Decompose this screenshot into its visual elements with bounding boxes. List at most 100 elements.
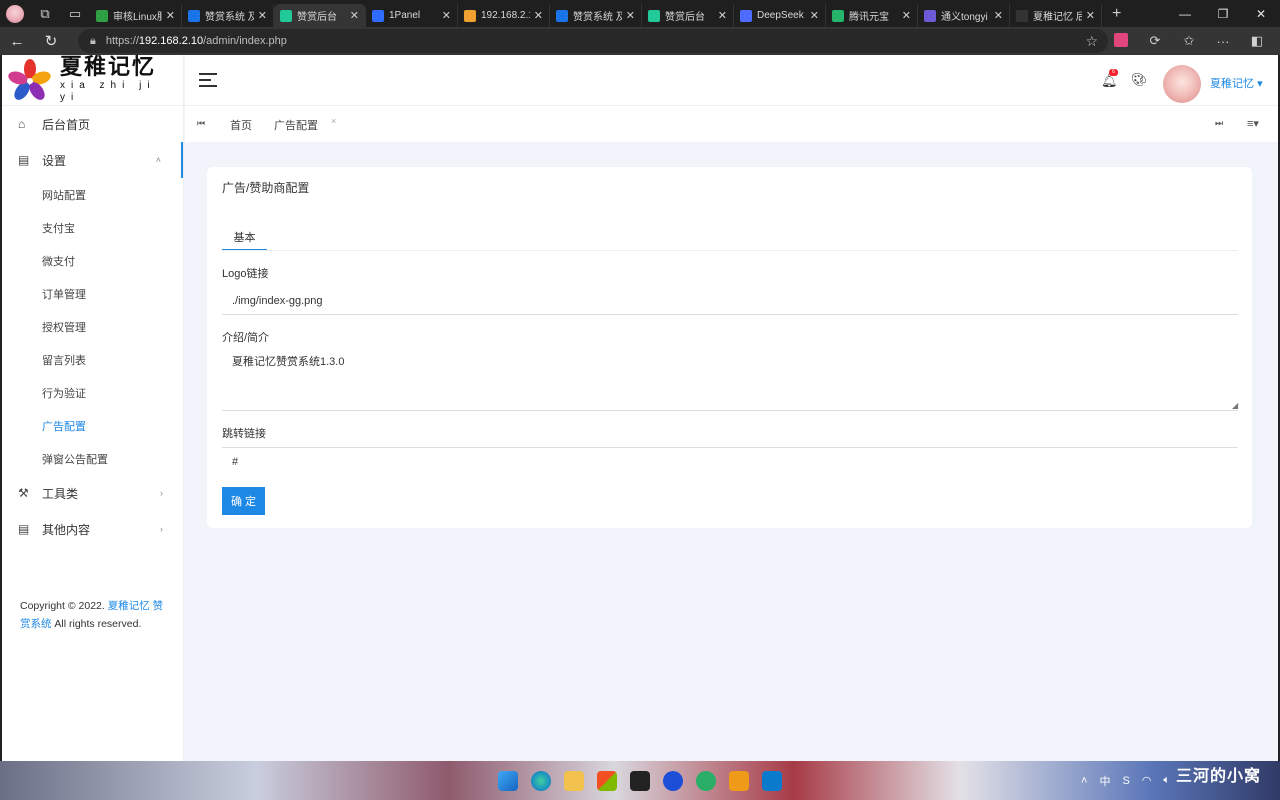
file-explorer-icon[interactable] — [564, 771, 584, 791]
tab-actions-icon[interactable]: ▭ — [60, 0, 90, 27]
sidebar-subitem[interactable]: 行为验证 — [2, 376, 183, 409]
favorite-star-icon[interactable]: ☆ — [1085, 33, 1098, 50]
logo-link-input[interactable] — [222, 287, 1238, 315]
close-icon[interactable]: ✕ — [258, 9, 267, 22]
close-icon[interactable]: ✕ — [1086, 9, 1095, 22]
close-icon[interactable]: ✕ — [166, 9, 175, 22]
workspaces-icon[interactable]: ⧉ — [30, 0, 60, 27]
sidebar-subitem[interactable]: 支付宝 — [2, 211, 183, 244]
submit-button[interactable]: 确 定 — [222, 487, 265, 515]
edge-browser-icon[interactable] — [531, 771, 551, 791]
sidebar-subitem[interactable]: 网站配置 — [2, 178, 183, 211]
close-icon[interactable]: ✕ — [350, 9, 359, 22]
admin-app: 夏稚记忆 xia zhi ji yi ⌂ 后台首页 ▤ 设置 ˄ 网站配置 支付宝… — [2, 55, 1278, 761]
page-tab-current[interactable]: 广告配置 — [274, 117, 318, 133]
palette-icon[interactable]: 🎨︎ — [1131, 72, 1148, 88]
volume-icon[interactable]: 🔈︎ — [1163, 774, 1170, 787]
browser-tab[interactable]: 赞赏后台 ✕ — [642, 4, 734, 27]
browser-tab[interactable]: 1Panel ✕ — [366, 4, 458, 27]
close-icon[interactable]: ✕ — [718, 9, 727, 22]
close-icon[interactable]: ✕ — [994, 9, 1003, 22]
user-menu[interactable]: 夏稚记忆 ▾ — [1210, 75, 1263, 91]
top-header: 🔔︎ 6 🎨︎ 夏稚记忆 ▾ — [185, 55, 1278, 106]
close-window-icon[interactable]: ✕ — [1242, 0, 1280, 27]
tabs-menu-icon[interactable]: ≡▾ — [1247, 117, 1259, 130]
browser-tab[interactable]: 腾讯元宝 ✕ — [826, 4, 918, 27]
favicon-icon — [188, 9, 200, 22]
more-menu-icon[interactable]: ··· — [1206, 34, 1240, 49]
menu-home[interactable]: ⌂ 后台首页 — [2, 106, 183, 142]
start-menu-icon[interactable] — [498, 771, 518, 791]
watermark: 三河的小窝 — [1176, 768, 1262, 785]
menu-tools[interactable]: ⚒︎ 工具类 › — [2, 475, 183, 511]
redirect-link-input[interactable] — [222, 447, 1238, 475]
favorites-icon[interactable]: ✩ — [1172, 33, 1206, 49]
ime-indicator[interactable]: 中 — [1099, 773, 1110, 789]
sidebar-subitem[interactable]: 弹窗公告配置 — [2, 442, 183, 475]
wifi-icon[interactable]: ◠ — [1142, 774, 1152, 787]
intro-textarea[interactable]: 夏稚记忆赞赏系统1.3.0 — [222, 343, 1238, 411]
minimize-icon[interactable]: — — [1166, 0, 1204, 27]
sidebar-toggle-icon[interactable]: ◧ — [1240, 33, 1274, 49]
tool-app-icon[interactable] — [729, 771, 749, 791]
avatar[interactable] — [1163, 65, 1201, 103]
site-logo[interactable]: 夏稚记忆 xia zhi ji yi — [2, 55, 183, 106]
tray-chevron-icon[interactable]: ˄ — [1081, 775, 1087, 787]
caret-down-icon: ▾ — [1257, 78, 1263, 90]
sidebar-subitem[interactable]: 微支付 — [2, 244, 183, 277]
sidebar-subitem[interactable]: 授权管理 — [2, 310, 183, 343]
wechat-icon[interactable] — [696, 771, 716, 791]
chevron-right-icon: › — [160, 524, 163, 534]
store-icon[interactable] — [597, 771, 617, 791]
copyright: Copyright © 2022. 夏稚记忆 赞赏系统 All rights r… — [20, 600, 164, 630]
favicon-icon — [556, 9, 568, 22]
url-field[interactable]: 🔒︎ https://192.168.2.10/admin/index.php … — [78, 29, 1108, 53]
logo-pinyin: xia zhi ji yi — [60, 80, 156, 103]
browser-tab[interactable]: 通义tongyi ✕ — [918, 4, 1010, 27]
chevron-up-icon: ˄ — [155, 155, 161, 165]
os-taskbar: ˄ 中 S ◠ 🔈︎ — [0, 761, 1280, 800]
sidebar-subitem[interactable]: 订单管理 — [2, 277, 183, 310]
tab-basic[interactable]: 基本 — [222, 229, 267, 251]
menu-toggle-icon[interactable] — [199, 73, 217, 87]
close-icon[interactable]: ✕ — [442, 9, 451, 22]
browser-tab[interactable]: 赞赏后台 ✕ — [274, 4, 366, 27]
browser-tab[interactable]: 审核Linux服 ✕ — [90, 4, 182, 27]
refresh-extension-icon[interactable]: ⟳ — [1138, 33, 1172, 49]
extension-icon[interactable] — [1104, 32, 1138, 50]
menu-other[interactable]: ▤ 其他内容 › — [2, 511, 183, 547]
profile-avatar[interactable] — [0, 0, 30, 27]
vscode-icon[interactable] — [762, 771, 782, 791]
sogou-icon[interactable]: S — [1122, 775, 1129, 787]
scroll-first-icon[interactable]: ⏮ — [197, 118, 205, 129]
lock-icon: 🔒︎ — [90, 34, 96, 47]
restore-icon[interactable]: ❐ — [1204, 0, 1242, 27]
browser-tab[interactable]: 赞赏系统 及 ✕ — [550, 4, 642, 27]
close-icon[interactable]: ✕ — [902, 9, 911, 22]
sidebar-subitem[interactable]: 广告配置 — [2, 409, 183, 442]
browser-tab[interactable]: 夏稚记忆 后 ✕ — [1010, 4, 1102, 27]
redirect-link-label: 跳转链接 — [222, 428, 266, 440]
reload-icon[interactable]: ↻ — [34, 27, 68, 55]
close-icon[interactable]: ✕ — [626, 9, 635, 22]
notification-badge: 6 — [1109, 69, 1118, 76]
favicon-icon — [924, 9, 936, 22]
browser-tab[interactable]: 192.168.2.1 ✕ — [458, 4, 550, 27]
back-icon[interactable]: ← — [0, 27, 34, 55]
sidebar-subitem[interactable]: 留言列表 — [2, 343, 183, 376]
page-tab-home[interactable]: 首页 — [230, 117, 252, 133]
resize-handle-icon[interactable]: ◢ — [1232, 401, 1238, 410]
list-icon: ▤ — [18, 522, 30, 536]
app-icon[interactable] — [630, 771, 650, 791]
bell-icon[interactable]: 🔔︎ 6 — [1101, 69, 1118, 89]
new-tab-button[interactable]: + — [1102, 5, 1131, 23]
settings-submenu: 网站配置 支付宝 微支付 订单管理 授权管理 留言列表 行为验证 广告配置 弹窗公告配置 — [2, 178, 183, 475]
menu-settings[interactable]: ▤ 设置 ˄ — [2, 142, 183, 178]
close-tab-icon[interactable]: × — [331, 116, 336, 126]
k-app-icon[interactable] — [663, 771, 683, 791]
scroll-last-icon[interactable]: ⏭ — [1215, 118, 1223, 129]
close-icon[interactable]: ✕ — [534, 9, 543, 22]
close-icon[interactable]: ✕ — [810, 9, 819, 22]
browser-tab[interactable]: 赞赏系统 及 ✕ — [182, 4, 274, 27]
browser-tab[interactable]: DeepSeek ✕ — [734, 4, 826, 27]
